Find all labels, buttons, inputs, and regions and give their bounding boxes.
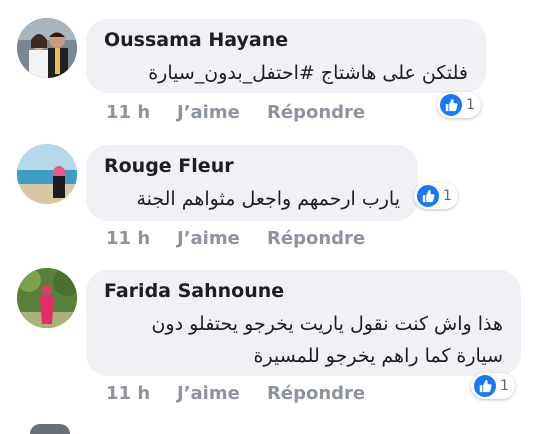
avatar[interactable] xyxy=(17,268,77,328)
comment-text: هذا واش كنت نقول ياريت يخرجو يحتفلو دون … xyxy=(151,308,503,372)
comment-bubble: Farida Sahnoune هذا واش كنت نقول ياريت ي… xyxy=(86,270,521,376)
reaction-badge[interactable]: 1 xyxy=(471,373,515,399)
thumbs-up-icon xyxy=(474,375,496,397)
next-avatar-partial xyxy=(30,424,70,434)
garden-photo-avatar-icon xyxy=(17,268,77,328)
reaction-count: 1 xyxy=(500,378,509,394)
like-button[interactable]: J’aime xyxy=(177,383,240,404)
comment-3: Farida Sahnoune هذا واش كنت نقول ياريت ي… xyxy=(0,0,540,429)
comment-text-line: سيارة كما راهم يخرجو للمسيرة xyxy=(253,345,503,367)
comment-time[interactable]: 11 h xyxy=(106,383,150,404)
comment-text-line: هذا واش كنت نقول ياريت يخرجو يحتفلو دون xyxy=(151,313,503,335)
comment-author[interactable]: Farida Sahnoune xyxy=(104,280,284,302)
reply-button[interactable]: Répondre xyxy=(267,383,365,404)
